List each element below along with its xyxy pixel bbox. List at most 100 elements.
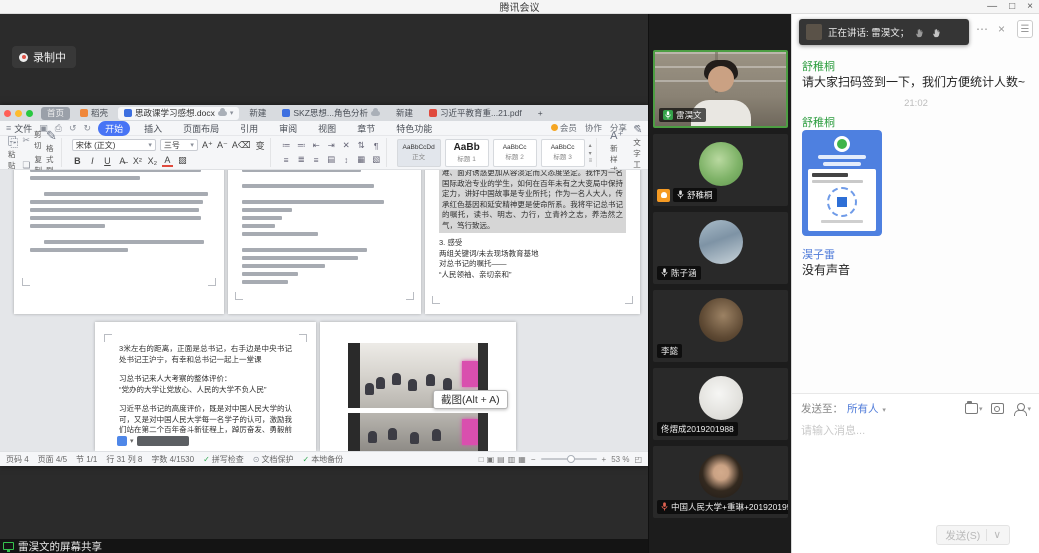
font-name-select[interactable]: 宋体 (正文)▾ xyxy=(72,139,156,151)
gallery-arrows[interactable]: ▴▾≡ xyxy=(589,142,593,164)
menu-page-layout[interactable]: 页面布局 xyxy=(176,121,226,136)
backup-status[interactable]: ✓本地备份 xyxy=(302,454,343,465)
tab-document[interactable]: 思政课学习感想.docx▾ xyxy=(118,107,239,120)
send-button[interactable]: 发送(S) ∨ xyxy=(936,525,1010,545)
increase-font-button[interactable]: A⁺ xyxy=(202,140,213,151)
spellcheck-status[interactable]: ✓拼写检查 xyxy=(203,454,244,465)
italic-button[interactable]: I xyxy=(87,156,98,166)
mic-icon xyxy=(661,268,668,279)
bullet-list-button[interactable]: ≔ xyxy=(281,140,292,151)
image-button[interactable] xyxy=(991,403,1004,414)
tab-new-1[interactable]: 新建 xyxy=(243,107,272,120)
style-heading1[interactable]: AaBb标题 1 xyxy=(445,139,489,167)
line-spacing-button[interactable]: ↕ xyxy=(341,155,352,165)
tab-pdf[interactable]: 习近平教育重...21.pdf xyxy=(423,107,528,120)
pinyin-button[interactable]: 变 xyxy=(255,139,266,152)
number-list-button[interactable]: ≕ xyxy=(296,140,307,151)
chat-history-button[interactable]: ▾ xyxy=(965,403,983,414)
member-button[interactable]: 会员 xyxy=(551,122,577,134)
recording-label: 录制中 xyxy=(33,49,66,65)
mention-member-button[interactable]: ▾ xyxy=(1013,403,1031,414)
menu-start[interactable]: 开始 xyxy=(98,121,130,136)
menu-references[interactable]: 引用 xyxy=(233,121,265,136)
justify-button[interactable]: ▤ xyxy=(326,154,337,165)
style-heading2[interactable]: AaBbCc标题 2 xyxy=(493,139,537,167)
participant-tile[interactable]: 中国人民大学+重琳+2019201954 xyxy=(653,446,788,518)
show-marks-button[interactable]: ¶ xyxy=(371,141,382,151)
miniprogram-card[interactable] xyxy=(802,130,882,236)
participant-tile-video[interactable]: 雷淏文 xyxy=(653,50,788,128)
message-input[interactable]: 请输入消息... xyxy=(792,416,1039,444)
superscript-button[interactable]: X² xyxy=(132,156,143,166)
participant-tile[interactable]: 舒稚桐 xyxy=(653,134,788,206)
borders-button[interactable]: ▦ xyxy=(356,154,367,165)
maximize-button[interactable]: □ xyxy=(1009,0,1015,14)
menu-insert[interactable]: 插入 xyxy=(137,121,169,136)
send-to-select[interactable]: 所有人 ▾ xyxy=(847,401,886,416)
align-center-button[interactable]: ≣ xyxy=(296,154,307,165)
paragraph-group: ≔ ≕ ⇤ ⇥ ✕ ⇅ ¶ ≡ ≣ ≡ ▤ xyxy=(277,138,387,167)
fit-page-button[interactable]: ◰ xyxy=(634,455,642,464)
underline-button[interactable]: U xyxy=(102,156,113,166)
undo-icon[interactable]: ↺ xyxy=(69,123,77,134)
participant-tile[interactable]: 李懿 xyxy=(653,290,788,362)
wps-statusbar: 页码 4 页面 4/5 节 1/1 行 31 列 8 字数 4/1530 ✓拼写… xyxy=(0,451,648,466)
menu-special[interactable]: 特色功能 xyxy=(389,121,439,136)
subscript-button[interactable]: X₂ xyxy=(147,156,158,166)
font-size-select[interactable]: 三号▾ xyxy=(160,139,198,151)
zoom-level[interactable]: 53 % xyxy=(611,455,629,464)
traffic-lights[interactable] xyxy=(4,110,33,117)
align-left-button[interactable]: ≡ xyxy=(281,155,292,165)
raise-hand-icon[interactable] xyxy=(915,27,926,38)
minimize-button[interactable]: — xyxy=(987,0,997,14)
redo-icon[interactable]: ↻ xyxy=(84,123,92,134)
chat-close-button[interactable]: × xyxy=(998,22,1005,36)
doc-protect-status[interactable]: ⊙文档保护 xyxy=(253,454,294,465)
strikethrough-button[interactable]: A̶ xyxy=(117,156,128,166)
zoom-out-button[interactable]: − xyxy=(531,455,536,464)
style-heading3[interactable]: AaBbCc标题 3 xyxy=(541,139,585,167)
tab-add[interactable]: + xyxy=(532,107,549,120)
tab-home[interactable]: 首页 xyxy=(41,107,70,120)
cut-button[interactable]: ✂剪切 xyxy=(22,129,42,151)
raise-hand-icon[interactable] xyxy=(932,27,943,38)
panel-toggle-button[interactable]: ☰ xyxy=(1017,20,1033,38)
clear-format-button[interactable]: A⌫ xyxy=(232,140,251,151)
document-canvas[interactable]: 难、面对诱惑更加从容淡定而又态度坚定。我作为一名国际政治专业的学生，如何在百年未… xyxy=(0,170,648,451)
participant-tile[interactable]: 陈子涵 xyxy=(653,212,788,284)
paste-button[interactable]: ⎘粘贴 xyxy=(8,135,18,171)
doc-line: 对总书记的嘱托—— xyxy=(439,259,626,270)
tab-sheet[interactable]: SKZ思想...角色分析 xyxy=(276,107,386,120)
more-button[interactable]: ⋯ xyxy=(976,22,988,36)
font-color-button[interactable]: A xyxy=(162,155,173,167)
wrap-button[interactable]: ✕ xyxy=(341,140,352,151)
sort-button[interactable]: ⇅ xyxy=(356,140,367,151)
format-painter-button[interactable]: ✎格式刷 xyxy=(46,129,57,176)
chat-panel: ⋯ × ☰ 正在讲话: 雷淏文； 舒稚桐 请大家扫码签到一下，我们方便统计人数~… xyxy=(791,14,1039,553)
shading-button[interactable]: ▧ xyxy=(371,154,382,165)
zoom-in-button[interactable]: + xyxy=(602,455,607,464)
send-options-caret[interactable]: ∨ xyxy=(993,529,1001,541)
card-body xyxy=(808,169,876,231)
menu-section[interactable]: 章节 xyxy=(350,121,382,136)
status-word-count[interactable]: 字数 4/1530 xyxy=(151,454,194,465)
align-right-button[interactable]: ≡ xyxy=(311,155,322,165)
collaborate-button[interactable]: 协作 xyxy=(585,122,602,134)
new-style-button[interactable]: A⁺新样式 xyxy=(607,130,626,176)
indent-decrease-button[interactable]: ⇤ xyxy=(311,140,322,151)
close-button[interactable]: × xyxy=(1027,0,1033,14)
decrease-font-button[interactable]: A⁻ xyxy=(217,140,228,151)
floating-paste-tool[interactable]: ▾ xyxy=(117,436,189,446)
highlight-button[interactable]: ▨ xyxy=(177,155,188,166)
tab-docer[interactable]: 稻壳 xyxy=(74,107,114,120)
menu-review[interactable]: 审阅 xyxy=(272,121,304,136)
participant-tile[interactable]: 佟熠成2019201988 xyxy=(653,368,788,440)
tab-new-2[interactable]: 新建 xyxy=(390,107,419,120)
view-mode-buttons[interactable]: □▣▤▥▦ xyxy=(476,455,526,464)
message-text: 请大家扫码签到一下，我们方便统计人数~ xyxy=(802,74,1030,90)
indent-increase-button[interactable]: ⇥ xyxy=(326,140,337,151)
menu-view[interactable]: 视图 xyxy=(311,121,343,136)
zoom-slider[interactable] xyxy=(541,458,597,460)
style-normal[interactable]: AaBbCcDd正文 xyxy=(397,139,441,167)
bold-button[interactable]: B xyxy=(72,156,83,166)
